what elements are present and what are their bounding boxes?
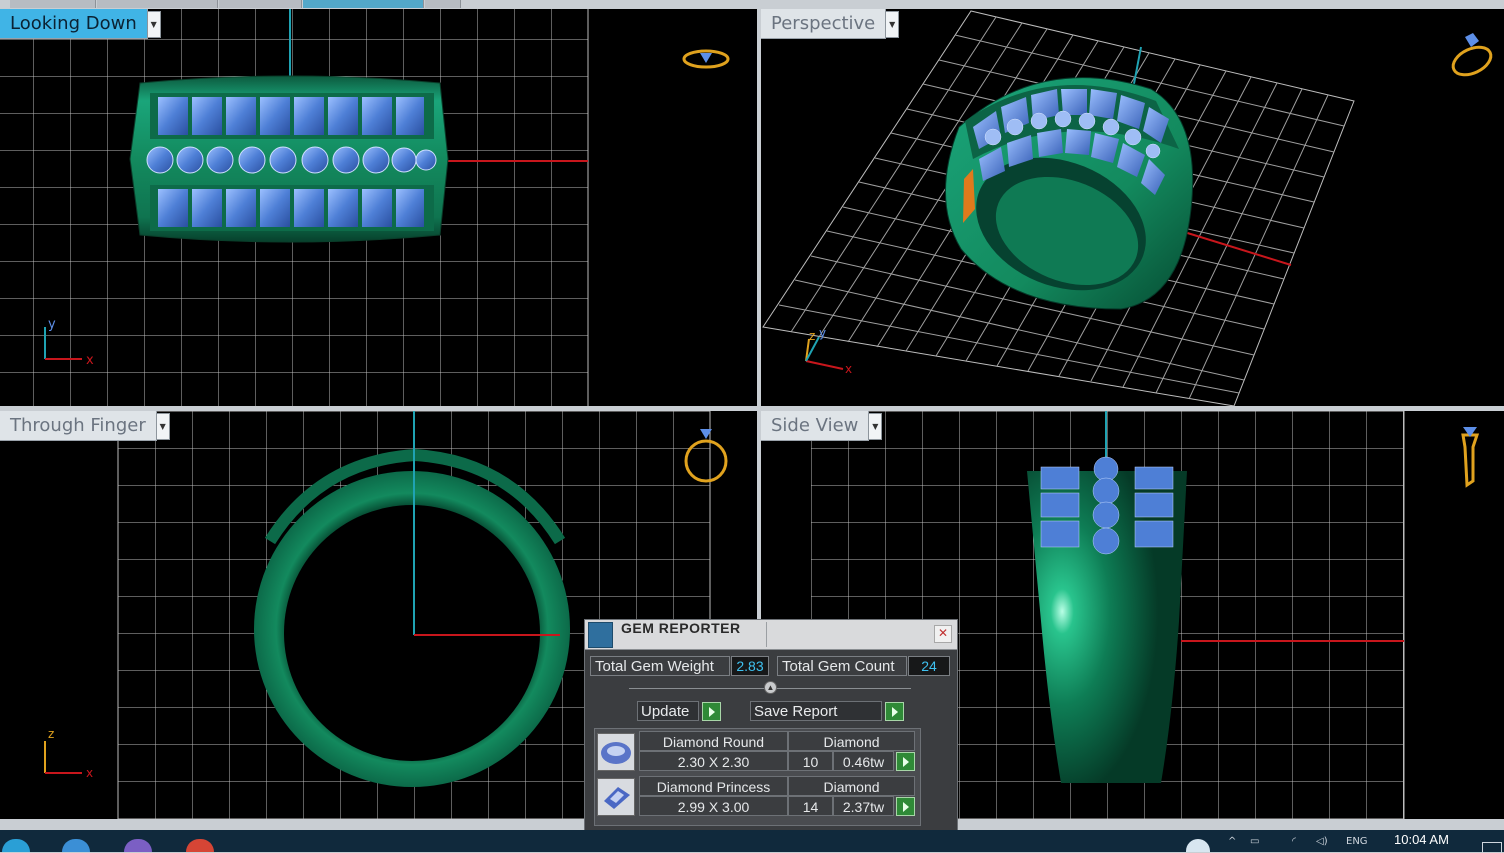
- viewport-label-text: Through Finger: [10, 415, 146, 436]
- total-count-value: 24: [908, 656, 950, 676]
- viewport-perspective[interactable]: z y x Perspective ▼: [761, 9, 1504, 406]
- princess-gem-icon: [597, 778, 635, 816]
- gem-reporter-titlebar[interactable]: GEM REPORTER ✕: [585, 620, 957, 650]
- viewport-label-side-view[interactable]: Side View ▼: [761, 411, 883, 441]
- clock-time[interactable]: 10:04 AM: [1394, 832, 1449, 847]
- view-tab[interactable]: [219, 0, 302, 8]
- wifi-icon[interactable]: ◜: [1292, 836, 1296, 847]
- gem-material: Diamond: [788, 731, 915, 751]
- gem-reporter-title: GEM REPORTER: [621, 620, 741, 636]
- tray-app-icon[interactable]: [1186, 839, 1210, 852]
- viewport-label-text: Side View: [771, 415, 859, 436]
- update-go-icon[interactable]: [702, 702, 721, 721]
- app-icon[interactable]: [2, 839, 30, 852]
- view-tab[interactable]: [97, 0, 218, 8]
- viewport-label-looking-down[interactable]: Looking Down ▼: [0, 9, 161, 39]
- side-gems: [1040, 456, 1174, 555]
- axis-z-label: z: [48, 727, 54, 741]
- gem-material: Diamond: [788, 776, 915, 796]
- chevron-down-icon[interactable]: ▼: [155, 413, 170, 440]
- language-indicator[interactable]: ENG: [1346, 836, 1368, 847]
- total-count-label: Total Gem Count: [777, 656, 907, 676]
- viewport-looking-down[interactable]: y x Looking Down ▼: [0, 9, 757, 406]
- axis-x-label: x: [86, 766, 93, 780]
- viewport-label-text: Looking Down: [10, 13, 137, 34]
- viewport-label-through-finger[interactable]: Through Finger ▼: [0, 411, 170, 441]
- axis-z-label: z: [809, 329, 815, 343]
- update-button[interactable]: Update: [637, 701, 699, 721]
- gem-row[interactable]: Diamond Princess Diamond 2.99 X 3.00 14 …: [595, 776, 920, 820]
- perspective-scene: z y x: [762, 10, 1493, 406]
- gem-weight: 2.37tw: [833, 796, 894, 816]
- viber-icon[interactable]: [124, 839, 152, 852]
- chevron-down-icon[interactable]: ▼: [146, 11, 161, 38]
- axis-y-label: y: [819, 326, 826, 340]
- view-tab-strip: [0, 0, 1504, 9]
- close-icon[interactable]: ✕: [934, 625, 952, 643]
- gem-name: Diamond Princess: [639, 776, 788, 796]
- gem-weight: 0.46tw: [833, 751, 894, 771]
- gem-list: Diamond Round Diamond 2.30 X 2.30 10 0.4…: [594, 728, 921, 826]
- gem-size: 2.30 X 2.30: [639, 751, 788, 771]
- gem-row-go-icon[interactable]: [896, 797, 915, 816]
- save-report-button[interactable]: Save Report: [750, 701, 882, 721]
- axis-y-label: y: [48, 317, 56, 332]
- collapse-toggle-icon[interactable]: ▲: [764, 681, 777, 694]
- axis-x-label: x: [845, 362, 852, 376]
- gem-name: Diamond Round: [639, 731, 788, 751]
- view-tab[interactable]: [425, 0, 461, 8]
- volume-icon[interactable]: ◁): [1316, 836, 1328, 847]
- looking-down-scene: y x: [0, 9, 730, 406]
- gem-count: 10: [788, 751, 833, 771]
- notifications-icon[interactable]: [1482, 842, 1502, 853]
- title-separator: [766, 622, 767, 647]
- gem-reporter-panel: GEM REPORTER ✕ Total Gem Weight 2.83 Tot…: [584, 619, 958, 852]
- save-report-go-icon[interactable]: [885, 702, 904, 721]
- chevron-down-icon[interactable]: ▼: [868, 413, 883, 440]
- axis-x-label: x: [86, 353, 94, 368]
- taskbar: ^ ▭ ◜ ◁) ENG 10:04 AM: [0, 830, 1504, 853]
- viewport-label-perspective[interactable]: Perspective ▼: [761, 9, 900, 39]
- view-tab[interactable]: [10, 0, 96, 8]
- app-icon[interactable]: [62, 839, 90, 852]
- gem-size: 2.99 X 3.00: [639, 796, 788, 816]
- view-tab-active[interactable]: [303, 0, 424, 8]
- chevron-up-icon[interactable]: ^: [1228, 836, 1236, 847]
- gem-reporter-icon: [588, 622, 613, 648]
- gem-count: 14: [788, 796, 833, 816]
- total-weight-value: 2.83: [731, 656, 769, 676]
- chevron-down-icon[interactable]: ▼: [885, 11, 900, 38]
- network-icon[interactable]: ▭: [1250, 836, 1259, 847]
- total-weight-label: Total Gem Weight: [590, 656, 730, 676]
- gem-row[interactable]: Diamond Round Diamond 2.30 X 2.30 10 0.4…: [595, 731, 920, 775]
- round-gem-icon: [597, 733, 635, 771]
- viewport-label-text: Perspective: [771, 13, 876, 34]
- chrome-icon[interactable]: [186, 839, 214, 852]
- gem-row-go-icon[interactable]: [896, 752, 915, 771]
